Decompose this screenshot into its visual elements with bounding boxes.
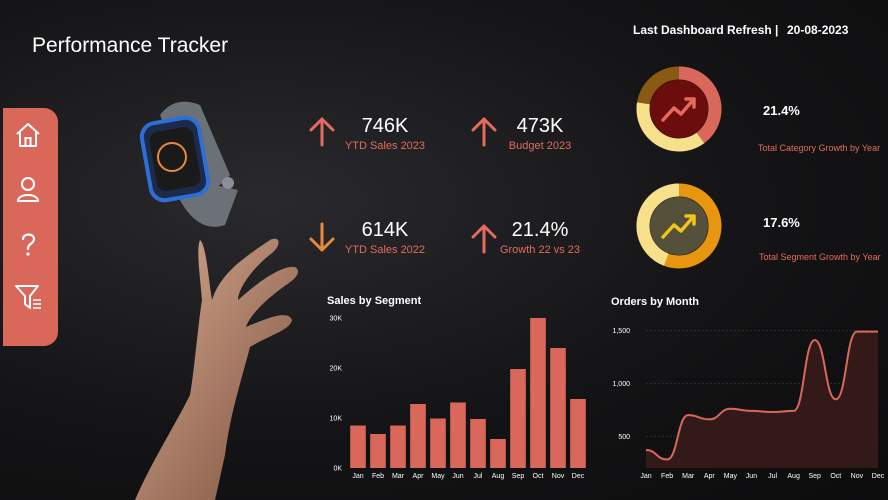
orders-by-month-chart: 500 1,000 1,500 Jan Feb Mar Apr May Jun Jul Aug Sep… bbox=[612, 328, 885, 480]
x-tick-label: Nov bbox=[552, 473, 565, 480]
x-tick-label: Jul bbox=[474, 473, 483, 480]
help-icon[interactable] bbox=[13, 229, 43, 259]
kpi-label: Growth 22 vs 23 bbox=[499, 244, 581, 256]
y-tick-label: 1,000 bbox=[612, 381, 630, 388]
category-growth-donut bbox=[636, 66, 722, 152]
x-tick-label: Jan bbox=[352, 473, 363, 480]
sales-by-segment-chart: 0K 10K 20K 30K Jan Feb Mar Apr May Jun Jul Aug Sep Oc… bbox=[330, 316, 586, 480]
x-tick-label: Oct bbox=[533, 473, 544, 480]
kpi-label: YTD Sales 2022 bbox=[344, 244, 426, 256]
segment-growth-donut bbox=[636, 183, 722, 269]
y-tick-label: 10K bbox=[330, 416, 343, 423]
x-tick-label: Sep bbox=[808, 473, 821, 480]
x-tick-label: Aug bbox=[787, 473, 800, 480]
y-tick-label: 1,500 bbox=[612, 328, 630, 335]
x-tick-label: Feb bbox=[661, 473, 673, 480]
x-tick-label: Oct bbox=[830, 473, 841, 480]
bar bbox=[430, 418, 446, 468]
bar bbox=[410, 404, 426, 468]
x-tick-label: Mar bbox=[682, 473, 695, 480]
refresh-date: 20-08-2023 bbox=[787, 23, 849, 37]
kpi-label: Budget 2023 bbox=[508, 140, 572, 152]
x-tick-label: May bbox=[724, 473, 738, 480]
sales-chart-title: Sales by Segment bbox=[327, 295, 422, 307]
x-tick-label: Jul bbox=[768, 473, 777, 480]
x-tick-label: Apr bbox=[704, 473, 716, 480]
category-growth-label: Total Category Growth by Year bbox=[758, 143, 881, 153]
x-tick-label: Jan bbox=[640, 473, 651, 480]
x-tick-label: Dec bbox=[572, 473, 585, 480]
page-title: Performance Tracker bbox=[32, 34, 229, 57]
kpi-value: 746K bbox=[361, 115, 409, 137]
x-tick-label: Sep bbox=[512, 473, 525, 480]
user-icon[interactable] bbox=[13, 174, 43, 204]
x-tick-label: Jun bbox=[746, 473, 757, 480]
x-tick-label: Feb bbox=[372, 473, 384, 480]
bar bbox=[450, 402, 466, 468]
y-tick-label: 0K bbox=[333, 466, 342, 473]
kpi-value: 614K bbox=[361, 219, 409, 241]
bar bbox=[490, 439, 506, 468]
bar bbox=[530, 318, 546, 468]
orders-chart-title: Orders by Month bbox=[611, 296, 700, 308]
kpi-value: 21.4% bbox=[511, 219, 569, 241]
bar bbox=[470, 419, 486, 468]
category-growth-value: 21.4% bbox=[763, 103, 800, 118]
y-tick-label: 30K bbox=[330, 316, 343, 323]
x-tick-label: Nov bbox=[851, 473, 864, 480]
segment-growth-label: Total Segment Growth by Year bbox=[759, 252, 881, 262]
home-icon[interactable] bbox=[13, 120, 43, 150]
bar bbox=[350, 425, 366, 468]
bar bbox=[510, 369, 526, 468]
area-fill bbox=[646, 331, 878, 468]
kpi-label: YTD Sales 2023 bbox=[344, 140, 426, 152]
bar bbox=[570, 399, 586, 468]
filter-icon[interactable] bbox=[13, 282, 43, 312]
refresh-label: Last Dashboard Refresh | bbox=[633, 23, 779, 37]
kpi-value: 473K bbox=[516, 115, 564, 137]
x-tick-label: Aug bbox=[492, 473, 505, 480]
bar bbox=[390, 425, 406, 468]
y-tick-label: 20K bbox=[330, 366, 343, 373]
smartwatch-hand-image bbox=[135, 101, 298, 500]
x-tick-label: Mar bbox=[392, 473, 405, 480]
segment-growth-value: 17.6% bbox=[763, 215, 800, 230]
x-tick-label: Dec bbox=[872, 473, 885, 480]
bar bbox=[370, 434, 386, 468]
x-tick-label: Jun bbox=[452, 473, 463, 480]
y-tick-label: 500 bbox=[618, 434, 630, 441]
x-tick-label: Apr bbox=[413, 473, 425, 480]
sidebar bbox=[3, 108, 58, 346]
x-tick-label: May bbox=[431, 473, 445, 480]
bar bbox=[550, 348, 566, 468]
